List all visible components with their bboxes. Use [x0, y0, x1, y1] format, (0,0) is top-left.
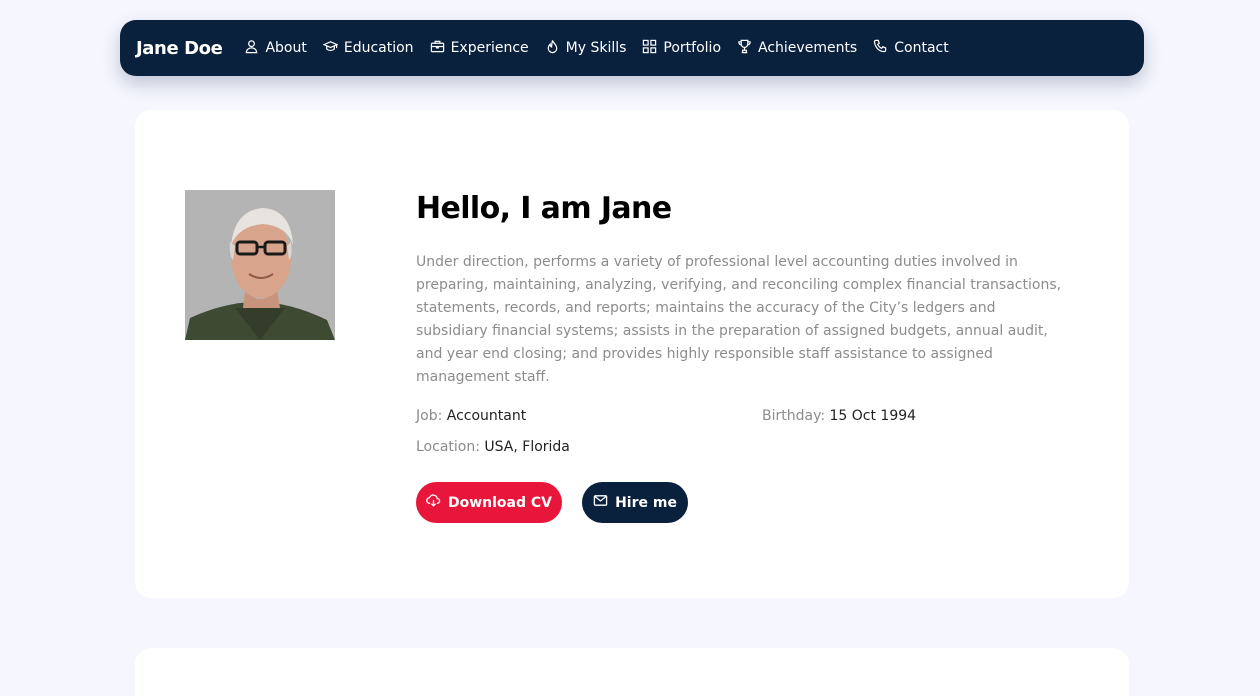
hero-card: Hello, I am Jane Under direction, perfor… [135, 110, 1129, 598]
nav-item-education[interactable]: Education [322, 39, 414, 58]
profile-photo [185, 190, 335, 340]
hire-me-button[interactable]: Hire me [582, 482, 688, 523]
fire-icon [545, 39, 566, 58]
download-cv-label: Download CV [447, 494, 552, 511]
location-info: Location: USA, Florida [416, 438, 762, 457]
phone-icon [873, 39, 894, 58]
user-icon [244, 39, 265, 58]
cloud-download-icon [426, 493, 448, 512]
trophy-icon [737, 39, 758, 58]
hire-me-label: Hire me [615, 494, 677, 511]
job-info: Job: Accountant [416, 407, 762, 426]
birthday-info: Birthday: 15 Oct 1994 [762, 407, 1062, 426]
nav-item-label: Contact [894, 40, 949, 56]
nav-item-achievements[interactable]: Achievements [737, 39, 857, 58]
nav-item-label: Achievements [758, 40, 858, 56]
nav-item-my-skills[interactable]: My Skills [545, 39, 627, 58]
hero-actions: Download CV Hire me [416, 482, 1076, 523]
birthday-value: 15 Oct 1994 [829, 408, 917, 424]
personal-info: Job: Accountant Birthday: 15 Oct 1994 Lo… [416, 407, 1076, 457]
job-value: Accountant [446, 408, 527, 424]
hero-description: Under direction, performs a variety of p… [416, 254, 1062, 385]
nav-item-label: Education [343, 40, 414, 56]
hero-content: Hello, I am Jane Under direction, perfor… [416, 188, 1076, 523]
job-label: Job: [416, 408, 443, 424]
download-cv-button[interactable]: Download CV [416, 482, 562, 523]
nav-menu: About Education Experience My Skills Por… [244, 39, 964, 58]
top-navbar: Jane Doe About Education Experience My S… [120, 20, 1144, 76]
nav-item-label: Experience [450, 40, 529, 56]
nav-item-about[interactable]: About [244, 39, 307, 58]
nav-item-label: About [265, 40, 307, 56]
location-label: Location: [416, 439, 480, 455]
nav-item-experience[interactable]: Experience [430, 39, 529, 58]
graduation-cap-icon [322, 39, 344, 58]
hero-title: Hello, I am Jane [416, 191, 672, 226]
location-value: USA, Florida [484, 439, 570, 455]
nav-item-contact[interactable]: Contact [873, 39, 949, 58]
grid-icon [642, 39, 663, 58]
next-section-card [135, 648, 1129, 696]
envelope-icon [593, 493, 615, 512]
nav-item-label: My Skills [565, 40, 627, 56]
nav-item-label: Portfolio [663, 40, 722, 56]
brand-name[interactable]: Jane Doe [136, 38, 223, 59]
nav-item-portfolio[interactable]: Portfolio [642, 39, 721, 58]
briefcase-icon [430, 39, 451, 58]
birthday-label: Birthday: [762, 408, 826, 424]
